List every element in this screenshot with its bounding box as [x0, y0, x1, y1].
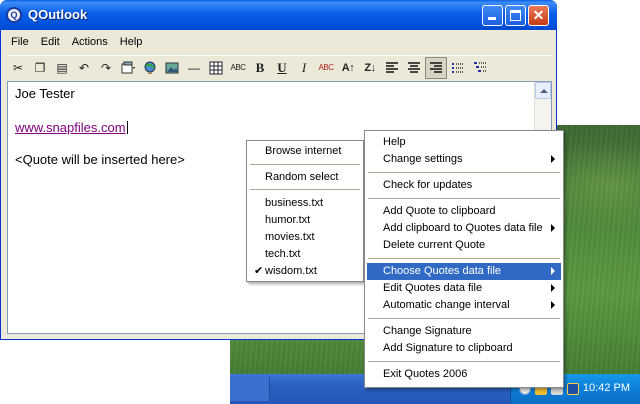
- menu-item-label: wisdom.txt: [265, 265, 317, 277]
- app-icon[interactable]: Q: [6, 7, 22, 23]
- insert-picture-icon[interactable]: [161, 57, 183, 79]
- window-title: QOutlook: [28, 7, 88, 22]
- submenu-arrow-icon: [551, 284, 555, 292]
- menu-item-label: humor.txt: [265, 214, 311, 226]
- menu-separator: [250, 164, 360, 165]
- underline-icon[interactable]: U: [271, 57, 293, 79]
- menu-item-wisdom-txt[interactable]: ✔ wisdom.txt: [249, 263, 361, 280]
- menu-separator: [250, 189, 360, 190]
- signature-name: Joe Tester: [15, 86, 75, 101]
- formatting-toolbar: ✂ ❐ ▤ ↶ ↷ — ABC B U I ABC A↑ Z↓: [7, 55, 552, 79]
- menu-item-choose-data-file[interactable]: Choose Quotes data file: [367, 263, 561, 280]
- align-right-icon[interactable]: [425, 56, 447, 79]
- menu-help[interactable]: Help: [114, 33, 149, 51]
- italic-icon[interactable]: I: [293, 57, 315, 79]
- menu-separator: [368, 361, 560, 362]
- spellcheck-icon[interactable]: ABC: [227, 57, 249, 79]
- menu-separator: [368, 318, 560, 319]
- tray-context-menu: Help Change settings Check for updates A…: [364, 130, 564, 388]
- horizontal-line-icon[interactable]: —: [183, 57, 205, 79]
- menu-item-label: Edit Quotes data file: [383, 282, 483, 294]
- menu-file[interactable]: File: [5, 33, 35, 51]
- menu-item-business-txt[interactable]: business.txt: [249, 195, 361, 212]
- menu-item-add-clipboard-data[interactable]: Add clipboard to Quotes data file: [367, 220, 561, 237]
- insert-globe-icon[interactable]: [139, 57, 161, 79]
- menu-actions[interactable]: Actions: [66, 33, 114, 51]
- checkmark-icon: ✔: [254, 265, 264, 277]
- menu-item-exit[interactable]: Exit Quotes 2006: [367, 366, 561, 383]
- sort-ascending-icon[interactable]: A↑: [337, 57, 359, 79]
- clock[interactable]: 10:42 PM: [583, 382, 630, 394]
- bullet-list-icon[interactable]: [447, 57, 469, 79]
- text-caret: [126, 121, 128, 134]
- minimize-icon: [488, 17, 496, 20]
- menu-item-random-select[interactable]: Random select: [249, 169, 361, 186]
- cut-icon[interactable]: ✂: [7, 57, 29, 79]
- signature-link-text[interactable]: www.snapfiles.com: [15, 120, 126, 135]
- menu-item-browse-internet[interactable]: Browse internet: [249, 143, 361, 160]
- minimize-button[interactable]: [482, 5, 503, 26]
- menu-item-label: Random select: [265, 171, 339, 183]
- signature-link[interactable]: www.snapfiles.com: [15, 120, 128, 135]
- quote-placeholder: <Quote will be inserted here>: [15, 152, 185, 167]
- security-icon[interactable]: [567, 383, 579, 395]
- submenu-arrow-icon: [551, 267, 555, 275]
- menu-item-movies-txt[interactable]: movies.txt: [249, 229, 361, 246]
- table-icon[interactable]: [205, 57, 227, 79]
- menu-item-help[interactable]: Help: [367, 134, 561, 151]
- align-left-icon[interactable]: [381, 57, 403, 79]
- menu-item-label: business.txt: [265, 197, 324, 209]
- menu-item-add-quote-clipboard[interactable]: Add Quote to clipboard: [367, 203, 561, 220]
- menu-item-label: Exit Quotes 2006: [383, 368, 468, 380]
- menu-item-delete-quote[interactable]: Delete current Quote: [367, 237, 561, 254]
- menu-bar: File Edit Actions Help: [5, 33, 148, 51]
- title-bar[interactable]: Q QOutlook ✕: [0, 0, 557, 30]
- menu-separator: [368, 258, 560, 259]
- scroll-up-button[interactable]: [535, 82, 551, 99]
- copy-icon[interactable]: ❐: [29, 57, 51, 79]
- menu-item-add-signature[interactable]: Add Signature to clipboard: [367, 340, 561, 357]
- submenu-arrow-icon: [551, 301, 555, 309]
- menu-item-label: Add clipboard to Quotes data file: [383, 222, 543, 234]
- close-icon: ✕: [532, 7, 545, 23]
- sort-descending-icon[interactable]: Z↓: [359, 57, 381, 79]
- menu-separator: [368, 198, 560, 199]
- maximize-icon: [510, 10, 521, 21]
- redo-icon[interactable]: ↷: [95, 57, 117, 79]
- insert-object-icon[interactable]: [117, 57, 139, 79]
- submenu-arrow-icon: [551, 224, 555, 232]
- highlight-icon[interactable]: ABC: [315, 57, 337, 79]
- menu-item-label: Browse internet: [265, 145, 342, 157]
- menu-item-label: Delete current Quote: [383, 239, 486, 251]
- menu-item-edit-data-file[interactable]: Edit Quotes data file: [367, 280, 561, 297]
- align-center-icon[interactable]: [403, 57, 425, 79]
- menu-item-label: Add Quote to clipboard: [383, 205, 496, 217]
- menu-item-change-settings[interactable]: Change settings: [367, 151, 561, 168]
- menu-item-label: tech.txt: [265, 248, 301, 260]
- menu-item-check-updates[interactable]: Check for updates: [367, 177, 561, 194]
- menu-item-auto-interval[interactable]: Automatic change interval: [367, 297, 561, 314]
- submenu-arrow-icon: [551, 155, 555, 163]
- menu-item-humor-txt[interactable]: humor.txt: [249, 212, 361, 229]
- menu-item-label: Change settings: [383, 153, 463, 165]
- menu-edit[interactable]: Edit: [35, 33, 66, 51]
- quotes-file-submenu: Browse internet Random select business.t…: [246, 140, 364, 282]
- close-button[interactable]: ✕: [528, 5, 549, 26]
- bold-icon[interactable]: B: [249, 57, 271, 79]
- menu-item-label: Add Signature to clipboard: [383, 342, 513, 354]
- menu-item-tech-txt[interactable]: tech.txt: [249, 246, 361, 263]
- maximize-button[interactable]: [505, 5, 526, 26]
- menu-item-label: Automatic change interval: [383, 299, 510, 311]
- menu-item-label: Help: [383, 136, 406, 148]
- numbered-list-icon[interactable]: [469, 57, 491, 79]
- menu-item-label: Check for updates: [383, 179, 473, 191]
- menu-item-label: Choose Quotes data file: [383, 265, 502, 277]
- menu-item-change-signature[interactable]: Change Signature: [367, 323, 561, 340]
- paste-icon[interactable]: ▤: [51, 57, 73, 79]
- taskbar-button[interactable]: [230, 377, 270, 401]
- undo-icon[interactable]: ↶: [73, 57, 95, 79]
- menu-item-label: Change Signature: [383, 325, 472, 337]
- menu-separator: [368, 172, 560, 173]
- menu-item-label: movies.txt: [265, 231, 315, 243]
